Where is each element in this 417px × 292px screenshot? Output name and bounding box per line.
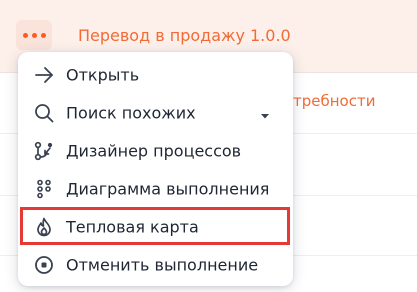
- more-horizontal-icon: [22, 32, 28, 38]
- stop-circle-icon: [32, 253, 56, 277]
- more-dot: [40, 32, 46, 38]
- chevron-down-icon: [259, 107, 271, 119]
- menu-item-label: Дизайнер процессов: [66, 141, 242, 161]
- more-actions-button[interactable]: [16, 20, 52, 50]
- menu-item-label: Тепловая карта: [66, 217, 199, 237]
- menu-item-label: Поиск похожих: [66, 103, 196, 123]
- menu-item-open[interactable]: Открыть: [18, 56, 293, 94]
- menu-item-label: Отменить выполнение: [66, 255, 259, 275]
- execution-diagram-icon: [32, 177, 56, 201]
- menu-item-find-similar[interactable]: Поиск похожих: [18, 94, 293, 132]
- context-menu: Открыть Поиск похожих Дизайнер процессов…: [18, 52, 293, 286]
- menu-item-label: Диаграмма выполнения: [66, 179, 270, 199]
- menu-item-heatmap[interactable]: Тепловая карта: [18, 208, 293, 246]
- row-title[interactable]: Перевод в продажу 1.0.0: [78, 26, 291, 45]
- menu-item-cancel-execution[interactable]: Отменить выполнение: [18, 246, 293, 284]
- process-designer-icon: [32, 139, 56, 163]
- menu-item-execution-diagram[interactable]: Диаграмма выполнения: [18, 170, 293, 208]
- flame-icon: [32, 215, 56, 239]
- search-icon: [32, 101, 56, 125]
- row-title-behind[interactable]: требности: [293, 92, 375, 110]
- more-dot: [31, 32, 37, 38]
- menu-item-label: Открыть: [66, 65, 140, 85]
- menu-item-process-designer[interactable]: Дизайнер процессов: [18, 132, 293, 170]
- arrow-right-icon: [32, 63, 56, 87]
